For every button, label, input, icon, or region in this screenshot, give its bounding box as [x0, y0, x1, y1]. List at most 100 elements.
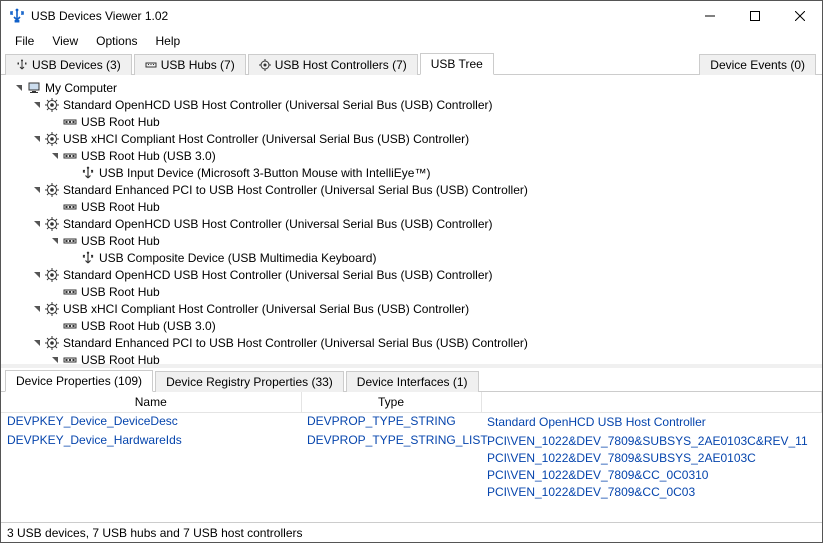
- tab-label: Device Properties (109): [16, 374, 142, 388]
- tab-usb-tree[interactable]: USB Tree: [420, 53, 494, 75]
- tab-usb-devices[interactable]: USB Devices (3): [5, 54, 132, 75]
- tree-toggle-spacer: [49, 320, 61, 332]
- col-value[interactable]: [481, 392, 822, 413]
- col-type[interactable]: Type: [301, 392, 481, 413]
- tab-device-registry-properties[interactable]: Device Registry Properties (33): [155, 371, 344, 392]
- app-icon: [9, 8, 25, 24]
- collapse-toggle-icon[interactable]: [49, 235, 61, 247]
- collapse-toggle-icon[interactable]: [49, 354, 61, 365]
- collapse-toggle-icon[interactable]: [13, 82, 25, 94]
- col-name[interactable]: Name: [1, 392, 301, 413]
- usb-icon: [81, 166, 95, 180]
- tab-usb-hubs[interactable]: USB Hubs (7): [134, 54, 246, 75]
- tab-usb-host-controllers[interactable]: USB Host Controllers (7): [248, 54, 418, 75]
- tab-label: USB Tree: [431, 57, 483, 71]
- collapse-toggle-icon[interactable]: [31, 184, 43, 196]
- tab-device-properties[interactable]: Device Properties (109): [5, 370, 153, 392]
- tree-row-label: USB Root Hub: [81, 353, 160, 365]
- table-row[interactable]: DEVPKEY_Device_DeviceDescDEVPROP_TYPE_ST…: [1, 413, 822, 433]
- hub-icon: [63, 234, 77, 248]
- tree-row[interactable]: USB Composite Device (USB Multimedia Key…: [1, 249, 822, 266]
- tree-toggle-spacer: [67, 252, 79, 264]
- tree-row-label: Standard Enhanced PCI to USB Host Contro…: [63, 183, 528, 197]
- hub-icon: [63, 319, 77, 333]
- menu-help[interactable]: Help: [148, 32, 189, 50]
- table-row[interactable]: DEVPKEY_Device_HardwareIdsDEVPROP_TYPE_S…: [1, 432, 822, 502]
- tree-pane[interactable]: My Computer Standard OpenHCD USB Host Con…: [1, 75, 822, 364]
- gear-icon: [45, 183, 59, 197]
- tree-toggle-spacer: [49, 116, 61, 128]
- status-text: 3 USB devices, 7 USB hubs and 7 USB host…: [7, 526, 302, 540]
- tree-row[interactable]: USB Root Hub: [1, 351, 822, 364]
- gear-icon: [45, 302, 59, 316]
- tree-row[interactable]: USB Root Hub (USB 3.0): [1, 317, 822, 334]
- statusbar: 3 USB devices, 7 USB hubs and 7 USB host…: [1, 522, 822, 542]
- hub-icon: [63, 115, 77, 129]
- tree-row[interactable]: Standard OpenHCD USB Host Controller (Un…: [1, 266, 822, 283]
- collapse-toggle-icon[interactable]: [31, 303, 43, 315]
- detail-tabbar: Device Properties (109) Device Registry …: [1, 368, 822, 392]
- close-button[interactable]: [777, 1, 822, 31]
- tree-row[interactable]: Standard OpenHCD USB Host Controller (Un…: [1, 96, 822, 113]
- horizontal-scrollbar[interactable]: [1, 506, 822, 522]
- gear-icon: [45, 336, 59, 350]
- gear-icon: [45, 132, 59, 146]
- tab-label: Device Events (0): [710, 58, 805, 72]
- hub-icon: [145, 59, 157, 71]
- detail-table: Name Type DEVPKEY_Device_DeviceDescDEVPR…: [1, 392, 822, 502]
- collapse-toggle-icon[interactable]: [31, 218, 43, 230]
- tree-row-label: USB Input Device (Microsoft 3-Button Mou…: [99, 166, 430, 180]
- collapse-toggle-icon[interactable]: [31, 133, 43, 145]
- usb-icon: [16, 59, 28, 71]
- collapse-toggle-icon[interactable]: [49, 150, 61, 162]
- titlebar: USB Devices Viewer 1.02: [1, 1, 822, 31]
- collapse-toggle-icon[interactable]: [31, 99, 43, 111]
- tree-row-label: Standard OpenHCD USB Host Controller (Un…: [63, 268, 492, 282]
- tree-row-label: USB Composite Device (USB Multimedia Key…: [99, 251, 376, 265]
- hub-icon: [63, 353, 77, 365]
- tree-row[interactable]: USB xHCI Compliant Host Controller (Univ…: [1, 300, 822, 317]
- detail-table-scroll[interactable]: Name Type DEVPKEY_Device_DeviceDescDEVPR…: [1, 392, 822, 506]
- tree-row[interactable]: USB Root Hub: [1, 232, 822, 249]
- tree-row[interactable]: USB xHCI Compliant Host Controller (Univ…: [1, 130, 822, 147]
- tree-toggle-spacer: [67, 167, 79, 179]
- detail-pane: Name Type DEVPKEY_Device_DeviceDescDEVPR…: [1, 392, 822, 522]
- tree-row[interactable]: USB Root Hub: [1, 113, 822, 130]
- hub-icon: [63, 285, 77, 299]
- tree-row-label: My Computer: [45, 81, 117, 95]
- window-title: USB Devices Viewer 1.02: [31, 9, 687, 23]
- tree-row[interactable]: USB Root Hub: [1, 283, 822, 300]
- collapse-toggle-icon[interactable]: [31, 269, 43, 281]
- minimize-button[interactable]: [687, 1, 732, 31]
- tree-row-label: USB Root Hub: [81, 234, 160, 248]
- tab-label: Device Registry Properties (33): [166, 375, 333, 389]
- gear-icon: [45, 217, 59, 231]
- tab-label: Device Interfaces (1): [357, 375, 468, 389]
- tree-row-label: Standard OpenHCD USB Host Controller (Un…: [63, 217, 492, 231]
- maximize-button[interactable]: [732, 1, 777, 31]
- cell-value: PCI\VEN_1022&DEV_7809&SUBSYS_2AE0103C&RE…: [481, 432, 822, 502]
- gear-icon: [259, 59, 271, 71]
- menu-view[interactable]: View: [44, 32, 86, 50]
- tab-device-interfaces[interactable]: Device Interfaces (1): [346, 371, 479, 392]
- tree-row[interactable]: Standard OpenHCD USB Host Controller (Un…: [1, 215, 822, 232]
- tree-row[interactable]: Standard Enhanced PCI to USB Host Contro…: [1, 181, 822, 198]
- cell-name: DEVPKEY_Device_HardwareIds: [1, 432, 301, 502]
- hub-icon: [63, 149, 77, 163]
- tree-row-label: Standard OpenHCD USB Host Controller (Un…: [63, 98, 492, 112]
- cell-type: DEVPROP_TYPE_STRING: [301, 413, 481, 433]
- tree-row[interactable]: USB Root Hub (USB 3.0): [1, 147, 822, 164]
- tree-row-label: USB Root Hub: [81, 115, 160, 129]
- tree-row[interactable]: USB Root Hub: [1, 198, 822, 215]
- tree-row[interactable]: Standard Enhanced PCI to USB Host Contro…: [1, 334, 822, 351]
- collapse-toggle-icon[interactable]: [31, 337, 43, 349]
- tree-row[interactable]: USB Input Device (Microsoft 3-Button Mou…: [1, 164, 822, 181]
- app-window: USB Devices Viewer 1.02 File View Option…: [0, 0, 823, 543]
- cell-value: Standard OpenHCD USB Host Controller: [481, 413, 822, 433]
- menu-file[interactable]: File: [7, 32, 42, 50]
- tab-device-events[interactable]: Device Events (0): [699, 54, 816, 75]
- tree-row[interactable]: My Computer: [1, 79, 822, 96]
- menu-options[interactable]: Options: [88, 32, 145, 50]
- cell-name: DEVPKEY_Device_DeviceDesc: [1, 413, 301, 433]
- top-tabbar: USB Devices (3) USB Hubs (7) USB Host Co…: [1, 51, 822, 75]
